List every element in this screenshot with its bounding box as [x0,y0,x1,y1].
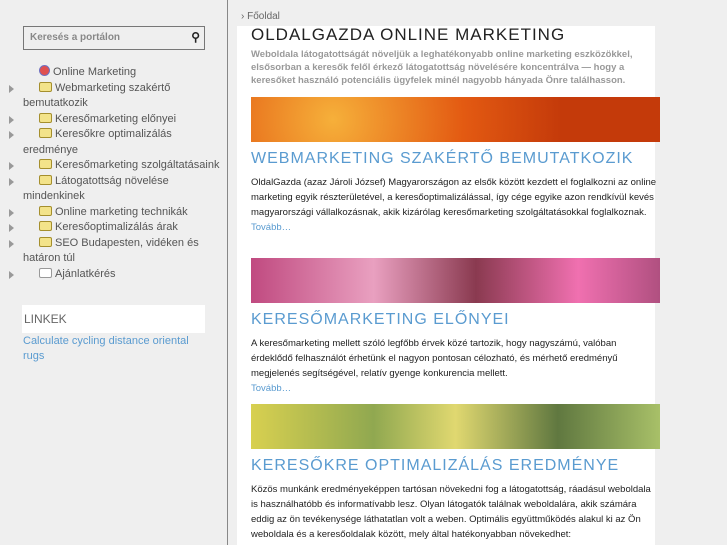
folder-icon [39,112,52,123]
nav-item[interactable]: Keresőmarketing szolgáltatásaink [0,158,228,174]
top-bar [229,0,727,26]
nav-menu: Online Marketing Webmarketing szakértő bem… [0,65,228,282]
nav-item[interactable]: Webmarketing szakértő bemutatkozik [0,81,228,112]
nav-item-label: Látogatottság növelése [55,174,169,187]
list-icon [39,267,52,278]
folder-icon [39,159,52,169]
page-title: OLDALGAZDA ONLINE MARKETING [251,25,566,44]
expand-arrow-icon[interactable] [9,162,14,170]
nav-item-label: SEO Budapesten, vidéken és [55,236,199,249]
cactus-flower-image [251,258,660,303]
expand-arrow-icon[interactable] [9,131,14,139]
nav-item-label: Webmarketing szakértő [55,81,171,94]
expand-arrow-icon[interactable] [9,208,14,217]
expand-arrow-icon[interactable] [9,84,14,93]
folder-icon [39,221,52,231]
nav-item-label-cont: eredménye [23,143,79,156]
folder-icon [39,81,52,92]
nav-item-label: Keresőoptimalizálás árak [55,221,178,233]
search-input[interactable]: Keresés a portálon ⚲ [23,26,205,50]
folder-icon [39,174,52,185]
article-title[interactable]: WEBMARKETING SZAKÉRTŐ BEMUTATKOZIK [251,150,660,168]
nav-item-label: Keresőmarketing szolgáltatásaink [55,159,220,171]
expand-arrow-icon[interactable] [9,115,14,124]
nav-item-label-cont: bemutatkozik [23,97,88,109]
expand-arrow-icon[interactable] [9,270,14,279]
expand-arrow-icon[interactable] [9,177,14,186]
sidebar: Keresés a portálon ⚲ Online Marketing Web… [0,0,228,545]
nav-item[interactable]: Ajánlatkérés [0,267,228,283]
nav-item-label: Keresőkre optimalizálás [55,128,172,140]
nav-item[interactable]: Online Marketing [0,65,228,81]
search-icon[interactable]: ⚲ [191,30,200,44]
expand-arrow-icon[interactable] [9,239,14,248]
search-placeholder: Keresés a portálon [30,32,121,43]
more-link[interactable]: Tovább… [251,222,291,233]
flower-image [251,97,660,142]
nav-item-label-cont: határon túl [23,252,75,264]
nav-item-label-cont: mindenkinek [23,190,85,202]
folder-icon [39,128,52,138]
article-title[interactable]: KERESŐMARKETING ELŐNYEI [251,311,660,329]
nav-item-label: Online Marketing [53,66,137,78]
nav-item[interactable]: Keresőmarketing előnyei [0,112,228,128]
breadcrumb[interactable]: › Főoldal [241,11,280,22]
nav-item[interactable]: SEO Budapesten, vidéken és határon túl [0,236,228,267]
more-link[interactable]: Tovább… [251,383,291,394]
folder-icon [39,236,52,247]
nav-item-label: Online marketing technikák [55,205,188,218]
nav-item[interactable]: Keresőkre optimalizálás eredménye [0,127,228,158]
nav-item[interactable]: Keresőoptimalizálás árak [0,220,228,236]
links-heading: LINKEK [22,305,205,333]
globe-icon [39,65,50,76]
article-title[interactable]: KERESŐKRE OPTIMALIZÁLÁS EREDMÉNYE [251,457,660,475]
article-text: OldalGazda (azaz Jároli József) Magyaror… [251,177,657,233]
link-item[interactable]: Calculate cycling distance oriental rugs [23,334,203,364]
intro-text: Weboldala látogatottságát növeljük a leg… [251,49,633,86]
breadcrumb-home[interactable]: Főoldal [247,11,280,22]
article-text: A keresőmarketing mellett szóló legfőbb … [251,338,618,394]
cactus-image [251,404,660,449]
folder-icon [39,205,52,216]
expand-arrow-icon[interactable] [9,224,14,232]
article-text: Közös munkánk eredményeképpen tartósan n… [251,484,651,540]
nav-item[interactable]: Látogatottság növelése mindenkinek [0,174,228,205]
nav-item-label: Ajánlatkérés [55,267,116,280]
nav-item-label: Keresőmarketing előnyei [55,112,177,125]
nav-item[interactable]: Online marketing technikák [0,205,228,221]
